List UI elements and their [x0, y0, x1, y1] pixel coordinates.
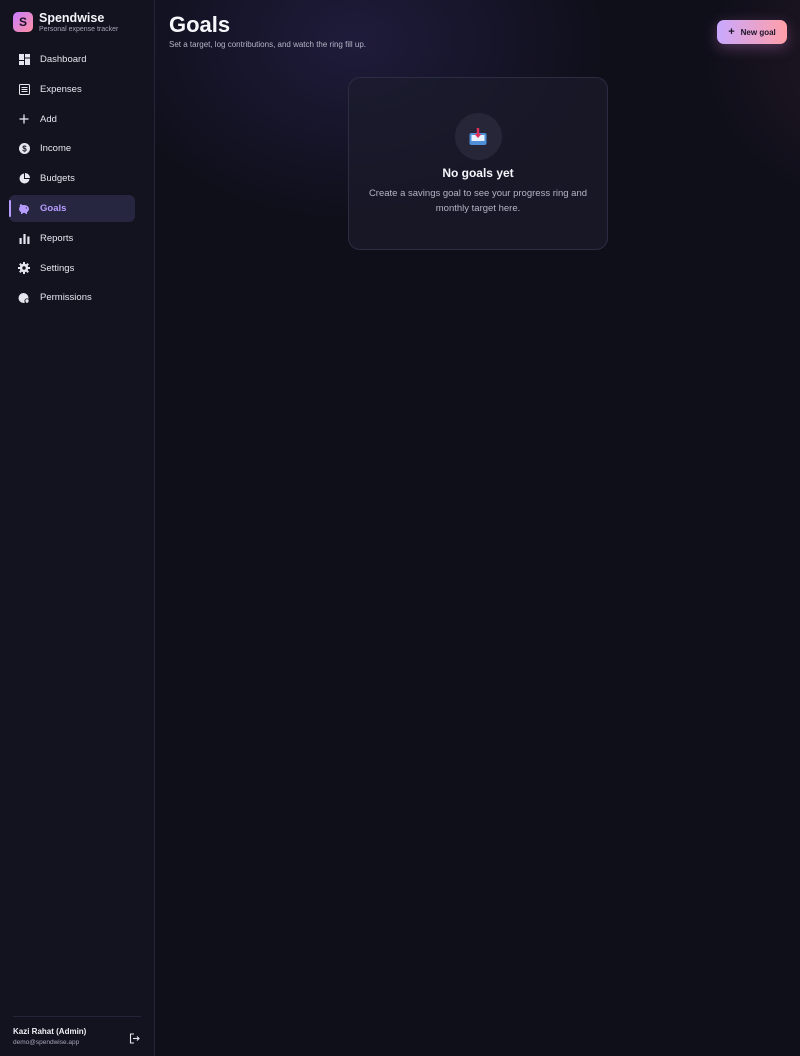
page-title: Goals: [169, 12, 231, 37]
brand-tagline: Personal expense tracker: [39, 25, 119, 33]
brand: S Spendwise Personal expense tracker: [0, 0, 154, 44]
plus-icon: [18, 113, 30, 125]
sidebar-item-label: Add: [40, 113, 57, 125]
inbox-tray-icon: [454, 113, 502, 160]
sidebar-item-goals[interactable]: Goals: [9, 194, 135, 222]
dashboard-icon: [18, 54, 30, 66]
main-content: Goals Set a target, log contributions, a…: [155, 0, 800, 1056]
sidebar-item-add[interactable]: Add: [9, 106, 135, 133]
gear-icon: [18, 262, 30, 275]
sidebar-item-label: Permissions: [40, 292, 92, 304]
sidebar: S Spendwise Personal expense tracker Das…: [0, 0, 155, 1056]
shield-icon: [18, 292, 30, 304]
logout-icon[interactable]: [129, 1031, 141, 1044]
brand-name: Spendwise: [39, 10, 105, 25]
sidebar-item-label: Reports: [40, 232, 74, 244]
empty-state-title: No goals yet: [442, 166, 514, 180]
sidebar-item-label: Budgets: [40, 173, 75, 185]
dollar-icon: $: [18, 143, 30, 155]
sidebar-item-label: Dashboard: [40, 54, 87, 65]
bar-chart-icon: [18, 232, 30, 244]
user-email: demo@spendwise.app: [13, 1039, 80, 1046]
brand-logo: S: [13, 12, 33, 32]
new-goal-button[interactable]: + New goal: [717, 20, 787, 44]
sidebar-item-label: Income: [40, 143, 72, 155]
sidebar-item-label: Settings: [40, 262, 75, 274]
sidebar-item-dashboard[interactable]: Dashboard: [9, 46, 135, 73]
user-name: Kazi Rahat (Admin): [13, 1027, 87, 1036]
svg-text:$: $: [22, 145, 27, 154]
app: S Spendwise Personal expense tracker Das…: [0, 0, 800, 1056]
sidebar-item-permissions[interactable]: Permissions: [9, 284, 135, 311]
sidebar-nav: Dashboard Expenses Add $ Income Budgets …: [0, 46, 154, 311]
pie-chart-icon: [18, 173, 30, 185]
new-goal-label: New goal: [740, 27, 776, 37]
piggy-bank-icon: [18, 202, 30, 214]
user-profile: Kazi Rahat (Admin) demo@spendwise.app: [13, 1016, 141, 1046]
empty-state-card: No goals yet Create a savings goal to se…: [348, 77, 608, 250]
list-icon: [18, 83, 30, 95]
empty-state-text: Create a savings goal to see your progre…: [368, 188, 588, 214]
sidebar-item-budgets[interactable]: Budgets: [9, 165, 135, 192]
sidebar-item-label: Expenses: [40, 83, 82, 95]
page-subtitle: Set a target, log contributions, and wat…: [169, 40, 367, 49]
plus-icon: +: [728, 26, 735, 38]
sidebar-item-expenses[interactable]: Expenses: [9, 76, 135, 103]
sidebar-item-label: Goals: [40, 202, 67, 214]
sidebar-item-settings[interactable]: Settings: [9, 255, 135, 282]
sidebar-item-reports[interactable]: Reports: [9, 225, 135, 252]
sidebar-item-income[interactable]: $ Income: [9, 135, 135, 162]
